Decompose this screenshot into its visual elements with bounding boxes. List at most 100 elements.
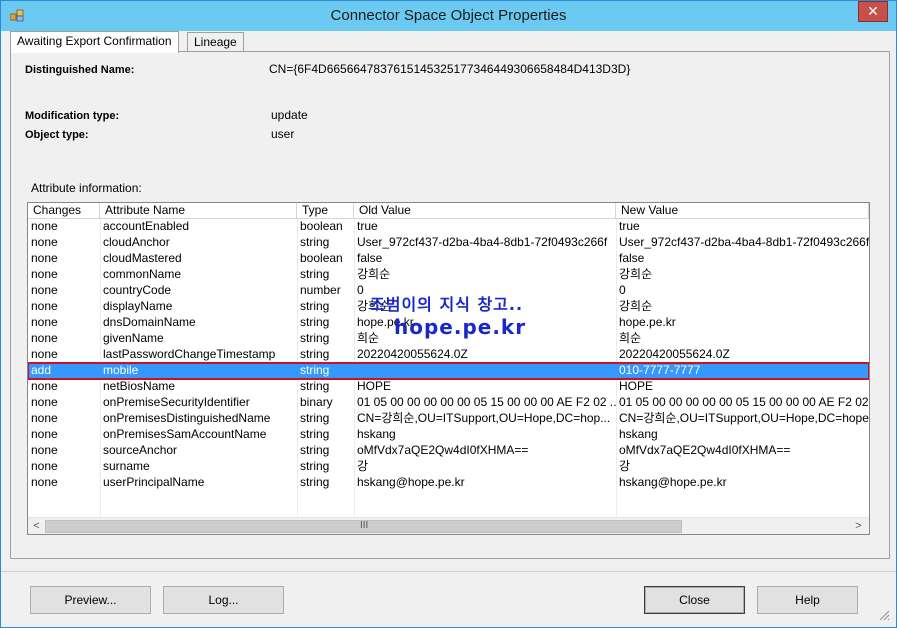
cell-old-value: true (357, 219, 378, 233)
column-header-attribute-name[interactable]: Attribute Name (100, 203, 297, 219)
cell-new-value: hskang (619, 427, 658, 441)
table-row[interactable]: none cloudAnchor string User_972cf437-d2ba-… (28, 235, 869, 251)
cell-type: string (300, 299, 330, 313)
cell-old-value: false (357, 251, 383, 265)
cell-old-value: oMfVdx7aQE2Qw4dI0fXHMA== (357, 443, 529, 457)
preview-button[interactable]: Preview... (30, 586, 151, 614)
cell-attribute-name: lastPasswordChangeTimestamp (103, 347, 276, 361)
horizontal-scrollbar[interactable]: < III > (28, 517, 869, 534)
table-row[interactable]: none sourceAnchor string oMfVdx7aQE2Qw4dI0f… (28, 443, 869, 459)
cell-changes: none (31, 267, 58, 281)
cell-attribute-name: displayName (103, 299, 173, 313)
distinguished-name-value: CN={6F4D66566478376151453251773464493066… (269, 62, 631, 76)
close-window-button[interactable]: ✕ (858, 1, 888, 22)
table-row[interactable]: none surname string 강 강 (28, 459, 869, 475)
table-row[interactable]: none onPremiseSecurityIdentifier binary 01 … (28, 395, 869, 411)
cell-changes: none (31, 299, 58, 313)
table-row[interactable]: none lastPasswordChangeTimestamp string 202… (28, 347, 869, 363)
watermark-line-1: 조범이의 지식 창고.. (370, 295, 524, 314)
close-button[interactable]: Close (644, 586, 745, 614)
cell-changes: none (31, 411, 58, 425)
cell-attribute-name: surname (103, 459, 150, 473)
title-bar[interactable]: Connector Space Object Properties ✕ (1, 1, 896, 31)
cell-attribute-name: cloudAnchor (103, 235, 170, 249)
cell-changes: none (31, 331, 58, 345)
scroll-left-icon[interactable]: < (28, 518, 45, 534)
cell-new-value: 강희순 (619, 267, 653, 281)
scroll-right-icon[interactable]: > (850, 518, 867, 534)
cell-attribute-name: userPrincipalName (103, 475, 205, 489)
cell-changes: none (31, 379, 58, 393)
cell-type: string (300, 459, 330, 473)
table-row[interactable]: none commonName string 강희순 강희순 (28, 267, 869, 283)
attribute-list-header: Changes Attribute Name Type Old Value Ne… (28, 203, 869, 219)
cell-new-value: 010-7777-7777 (619, 363, 701, 377)
distinguished-name-label: Distinguished Name: (25, 64, 135, 76)
properties-window: Connector Space Object Properties ✕ Awai… (0, 0, 897, 628)
cell-attribute-name: countryCode (103, 283, 172, 297)
cell-new-value: HOPE (619, 379, 654, 393)
cell-new-value: hope.pe.kr (619, 315, 676, 329)
cell-old-value: HOPE (357, 379, 392, 393)
cell-attribute-name: mobile (103, 363, 139, 377)
cell-new-value: oMfVdx7aQE2Qw4dI0fXHMA== (619, 443, 791, 457)
cell-type: string (300, 363, 330, 377)
cell-attribute-name: dnsDomainName (103, 315, 196, 329)
cell-new-value: false (619, 251, 645, 265)
cell-attribute-name: onPremisesDistinguishedName (103, 411, 271, 425)
cell-old-value: hskang@hope.pe.kr (357, 475, 465, 489)
cell-type: string (300, 331, 330, 345)
cell-new-value: 희순 (619, 331, 642, 345)
table-row[interactable]: none cloudMastered boolean false false (28, 251, 869, 267)
table-row[interactable]: none userPrincipalName string hskang@hope.p… (28, 475, 869, 491)
cell-type: string (300, 411, 330, 425)
attribute-information-label: Attribute information: (31, 181, 142, 195)
resize-grip-icon[interactable] (878, 609, 890, 621)
table-row[interactable]: none accountEnabled boolean true true (28, 219, 869, 235)
cell-changes: none (31, 475, 58, 489)
cell-type: string (300, 443, 330, 457)
cell-new-value: 01 05 00 00 00 00 00 05 15 00 00 00 AE F… (619, 395, 869, 409)
cell-changes: none (31, 315, 58, 329)
table-row[interactable]: add mobile string 010-7777-7777 (28, 362, 869, 380)
cell-type: string (300, 315, 330, 329)
attribute-list[interactable]: Changes Attribute Name Type Old Value Ne… (27, 202, 870, 535)
table-row[interactable]: none netBiosName string HOPE HOPE (28, 379, 869, 395)
cell-old-value (354, 363, 616, 379)
cell-type: string (300, 267, 330, 281)
tab-awaiting-export-confirmation[interactable]: Awaiting Export Confirmation (10, 31, 179, 53)
cell-old-value: 강희순 (357, 267, 391, 281)
scrollbar-thumb[interactable]: III (45, 520, 682, 533)
cell-type: string (300, 347, 330, 361)
object-type-label: Object type: (25, 129, 89, 141)
cell-attribute-name: givenName (103, 331, 164, 345)
cell-old-value: hskang (357, 427, 396, 441)
cell-changes: none (31, 395, 58, 409)
column-header-old-value[interactable]: Old Value (354, 203, 616, 219)
table-row[interactable]: none onPremisesSamAccountName string hskang… (28, 427, 869, 443)
cell-type: binary (300, 395, 333, 409)
cell-changes: none (31, 427, 58, 441)
window-title: Connector Space Object Properties (330, 7, 567, 24)
cell-new-value: 강 (619, 459, 631, 473)
watermark-line-2: hope.pe.kr (394, 315, 527, 339)
column-header-type[interactable]: Type (297, 203, 354, 219)
footer-divider (1, 571, 896, 572)
column-header-new-value[interactable]: New Value (616, 203, 869, 219)
column-header-changes[interactable]: Changes (28, 203, 100, 219)
object-type-value: user (271, 127, 295, 141)
cell-new-value: User_972cf437-d2ba-4ba4-8db1-72f0493c266… (619, 235, 869, 249)
cell-type: string (300, 475, 330, 489)
cell-type: string (300, 235, 330, 249)
cell-attribute-name: onPremiseSecurityIdentifier (103, 395, 250, 409)
help-button[interactable]: Help (757, 586, 858, 614)
tab-lineage[interactable]: Lineage (187, 32, 244, 52)
table-row[interactable]: none onPremisesDistinguishedName string CN=… (28, 411, 869, 427)
cell-new-value: 20220420055624.0Z (619, 347, 730, 361)
scrollbar-grip-icon: III (360, 520, 369, 531)
cell-old-value: User_972cf437-d2ba-4ba4-8db1-72f0493c266… (357, 235, 608, 249)
cell-changes: none (31, 283, 58, 297)
cell-type: number (300, 283, 341, 297)
cell-old-value: 01 05 00 00 00 00 00 05 15 00 00 00 AE F… (357, 395, 616, 409)
log-button[interactable]: Log... (163, 586, 284, 614)
